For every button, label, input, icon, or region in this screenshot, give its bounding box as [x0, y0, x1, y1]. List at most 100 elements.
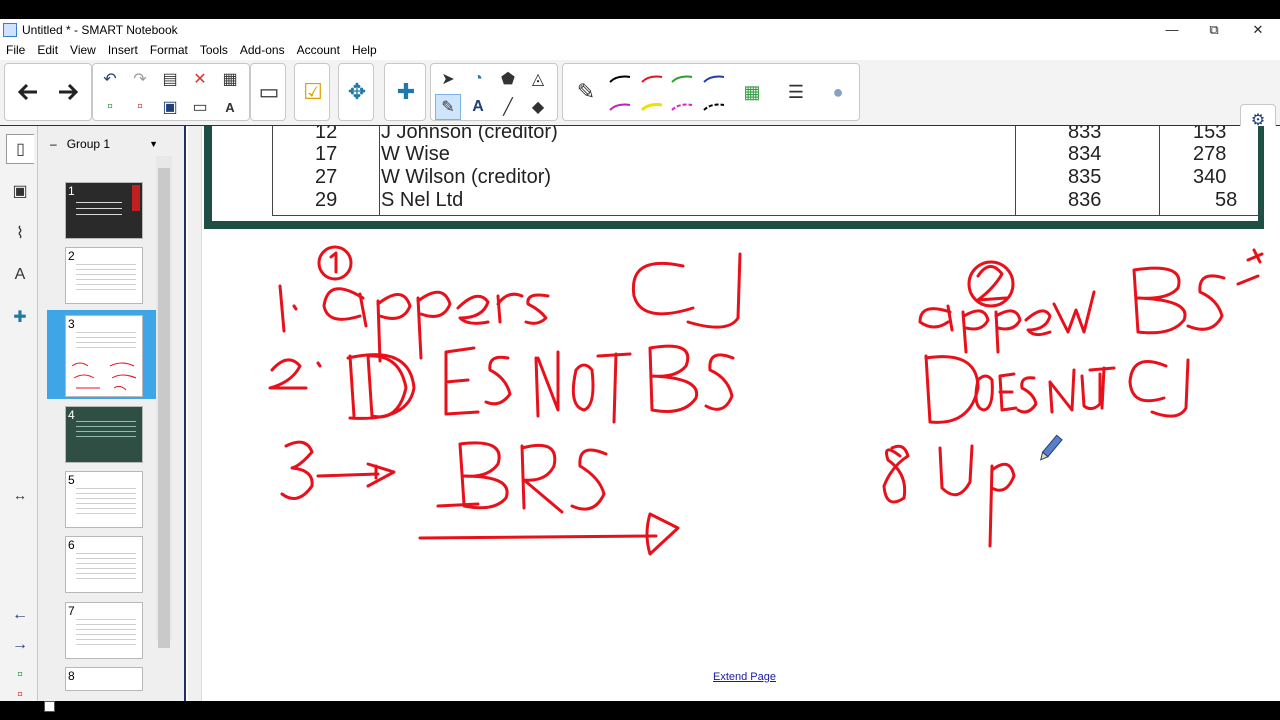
menu-view[interactable]: View [64, 43, 102, 57]
redo-icon[interactable]: ↷ [127, 66, 153, 92]
ink-stroke [645, 512, 680, 556]
attachments-tab-icon[interactable]: ⌇ [6, 218, 34, 248]
page-thumbnail[interactable]: 6 [65, 536, 143, 593]
panel-resize-icon[interactable]: ↔ [6, 480, 34, 510]
ink-stroke [961, 309, 990, 354]
previous-page-icon[interactable] [11, 72, 45, 112]
addon-icon[interactable]: ✥ [340, 72, 374, 112]
screen-capture-icon[interactable]: ▭ [252, 72, 286, 112]
pen-tool-icon[interactable]: ✎ [435, 94, 461, 120]
sorter-next-page-icon[interactable]: → [6, 630, 34, 660]
ink-stroke [882, 444, 910, 504]
gallery-tab-icon[interactable]: ▣ [6, 176, 34, 206]
delete-icon[interactable]: ✕ [187, 66, 213, 92]
ink-stroke [998, 372, 1018, 412]
group-menu-chevron-down-icon[interactable]: ▼ [149, 139, 158, 149]
ink-stroke [524, 293, 550, 325]
minimize-button[interactable]: — [1150, 19, 1194, 40]
menu-addons[interactable]: Add-ons [234, 43, 291, 57]
ink-stroke [520, 443, 564, 514]
page-thumbnail[interactable]: 7 [65, 602, 143, 659]
menu-insert[interactable]: Insert [102, 43, 144, 57]
puzzle-icon[interactable]: ✚ [389, 72, 423, 112]
page-thumbnail[interactable]: 4 [65, 406, 143, 463]
group-header[interactable]: – Group 1 ▼ [50, 134, 158, 154]
page-thumbnail[interactable]: 1 [65, 182, 143, 239]
page-thumbnail[interactable]: 5 [65, 471, 143, 528]
eraser-tool-icon[interactable]: ◆ [525, 94, 551, 120]
ink-stroke [704, 353, 735, 411]
pen-red-swatch[interactable] [639, 66, 665, 92]
pen-blue-swatch[interactable] [701, 66, 727, 92]
pen-type-icon[interactable]: ✎ [569, 72, 603, 112]
polygon-tool-icon[interactable]: ⬟ [495, 66, 521, 92]
menu-tools[interactable]: Tools [194, 43, 234, 57]
extend-page-link[interactable]: Extend Page [713, 671, 776, 683]
sorter-scrollbar[interactable] [156, 156, 172, 648]
fill-effects-icon[interactable]: ● [821, 72, 855, 112]
ink-stroke [316, 361, 322, 368]
ink-stroke [924, 354, 980, 424]
properties-tab-icon[interactable]: A [6, 260, 34, 290]
close-button[interactable]: ✕ [1236, 19, 1280, 40]
menu-help[interactable]: Help [346, 43, 383, 57]
addons-tab-icon[interactable]: ✚ [6, 302, 34, 332]
menu-file[interactable]: File [0, 43, 31, 57]
pen-yellow-swatch[interactable] [639, 94, 665, 120]
pen-green-swatch[interactable] [669, 66, 695, 92]
pen-black-swatch[interactable] [607, 66, 633, 92]
ink-stroke [280, 440, 314, 500]
undo-icon[interactable]: ↶ [97, 66, 123, 92]
ink-stroke [418, 534, 658, 540]
ink-stroke [1080, 372, 1102, 411]
sorter-scrollbar-thumb[interactable] [158, 168, 170, 648]
fill-tool-icon[interactable]: ◬ [525, 66, 551, 92]
text-format-icon[interactable]: A [217, 94, 243, 120]
addons-group: ✥ [338, 63, 374, 121]
pen-magenta-swatch[interactable] [607, 94, 633, 120]
page-thumbnail[interactable]: 3 [65, 315, 143, 397]
add-page-icon[interactable]: ▫ [97, 94, 123, 120]
page-thumbnail[interactable]: 8 [65, 667, 143, 691]
line-style-icon[interactable]: ☰ [779, 72, 813, 112]
ink-stroke [436, 502, 480, 508]
menu-edit[interactable]: Edit [31, 43, 64, 57]
color-palette-icon[interactable]: ▦ [735, 72, 769, 112]
next-page-icon[interactable] [51, 72, 85, 112]
ink-stroke [918, 304, 954, 332]
menu-account[interactable]: Account [291, 43, 346, 57]
delete-page-icon[interactable]: ▫ [127, 94, 153, 120]
ink-stroke [496, 292, 524, 324]
response-icon[interactable]: ☑ [296, 72, 330, 112]
save-icon[interactable]: ▣ [157, 94, 183, 120]
ink-stroke [570, 448, 608, 511]
page-sorter-tab-icon[interactable]: ▯ [6, 134, 34, 164]
pen-pink-dashed-swatch[interactable] [669, 94, 695, 120]
edit-group: ↶ ↷ ▤ ✕ ▦ ▫ ▫ ▣ ▭ A [92, 63, 250, 121]
sorter-delete-page-icon[interactable]: ▫ [6, 686, 34, 703]
maximize-button[interactable]: ⧉ [1192, 19, 1236, 40]
select-tool-icon[interactable]: ➤ [435, 66, 461, 92]
pen-black-dashed-swatch[interactable] [701, 94, 727, 120]
notebook-app-icon [3, 22, 17, 37]
line-tool-icon[interactable]: ╱ [495, 94, 521, 120]
ink-stroke [322, 287, 368, 328]
ink-stroke [1236, 248, 1264, 286]
page-thumbnail[interactable]: 2 [65, 247, 143, 304]
ink-stroke [631, 261, 695, 316]
shape-tool-icon[interactable]: ◔ [465, 66, 491, 92]
autohide-checkbox[interactable] [44, 700, 55, 712]
full-screen-icon[interactable]: ▭ [187, 94, 213, 120]
autohide-toggle[interactable]: Auto-hide [44, 700, 105, 712]
ink-stroke [1052, 290, 1096, 334]
ink-stroke [571, 363, 595, 412]
open-file-icon[interactable]: ▤ [157, 66, 183, 92]
ink-stroke [416, 290, 452, 360]
ink-stroke [686, 252, 742, 329]
table-icon[interactable]: ▦ [217, 66, 243, 92]
whiteboard-canvas[interactable]: 12 J Johnson (creditor) 833 153 17 W Wis… [188, 126, 1280, 701]
ink-stroke [1048, 368, 1076, 414]
text-tool-icon[interactable]: A [465, 94, 491, 120]
menu-format[interactable]: Format [144, 43, 194, 57]
sorter-prev-page-icon[interactable]: ← [6, 600, 34, 630]
